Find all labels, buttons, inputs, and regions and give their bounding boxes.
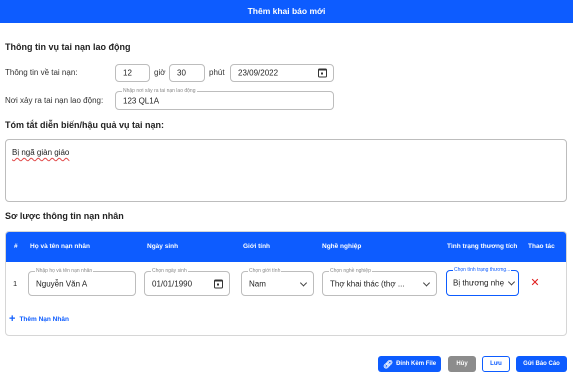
accident-date-value: 23/09/2022 bbox=[238, 68, 279, 78]
save-label: Lưu bbox=[490, 361, 502, 367]
minute-unit-label: phút bbox=[209, 68, 225, 77]
hour-unit-label: giờ bbox=[154, 68, 166, 77]
accident-place-input[interactable]: Nhập nơi xảy ra tai nạn lao động 123 QL1… bbox=[115, 88, 334, 110]
column-header-injury: Tình trạng thương tích bbox=[447, 243, 518, 250]
submit-report-label: Gửi Báo Cáo bbox=[523, 361, 560, 367]
hour-input[interactable]: 12 bbox=[115, 64, 150, 82]
victim-name-input[interactable]: Nhập họ và tên nạn nhân Nguyễn Văn A bbox=[28, 268, 136, 296]
victim-gender-select[interactable]: Chọn giới tính Nam bbox=[241, 268, 314, 296]
victim-gender-float-label: Chọn giới tính bbox=[248, 268, 282, 275]
attach-file-button[interactable]: 🔗︎ Đính Kèm File bbox=[378, 356, 441, 372]
victim-name-value: Nguyễn Văn A bbox=[36, 279, 88, 288]
victim-job-float-label: Chọn nghề nghiệp bbox=[329, 268, 372, 275]
minute-input[interactable]: 30 bbox=[169, 64, 205, 82]
accident-time-label: Thông tin về tai nạn: bbox=[5, 68, 78, 77]
victim-dob-float-label: Chọn ngày sinh bbox=[151, 268, 188, 275]
submit-report-button[interactable]: Gửi Báo Cáo bbox=[516, 356, 567, 372]
column-header-gender: Giới tính bbox=[243, 243, 271, 250]
victim-name-float-label: Nhập họ và tên nạn nhân bbox=[35, 268, 94, 275]
column-header-name: Họ và tên nạn nhân bbox=[30, 243, 90, 250]
close-icon: ✕ bbox=[530, 277, 540, 289]
add-victim-button[interactable]: + Thêm Nạn Nhân bbox=[9, 313, 69, 325]
accident-place-float-label: Nhập nơi xảy ra tai nạn lao động bbox=[122, 88, 197, 95]
victim-injury-value: Bị thương nhẹ bbox=[453, 278, 505, 288]
paperclip-icon: 🔗︎ bbox=[382, 359, 394, 369]
column-header-job: Nghề nghiệp bbox=[322, 243, 362, 250]
summary-title: Tóm tắt diễn biến/hậu quả vụ tai nạn: bbox=[5, 120, 165, 130]
cancel-label: Hủy bbox=[456, 361, 468, 367]
minute-value: 30 bbox=[177, 68, 186, 78]
calendar-icon[interactable] bbox=[318, 68, 327, 78]
attach-file-label: Đính Kèm File bbox=[396, 361, 437, 367]
victim-injury-float-label: Chọn tình trạng thương... bbox=[453, 267, 512, 274]
accident-date-input[interactable]: 23/09/2022 bbox=[230, 64, 334, 82]
dialog-title: Thêm khai báo mới bbox=[0, 0, 573, 23]
save-button[interactable]: Lưu bbox=[482, 356, 510, 372]
summary-textarea[interactable]: Bị ngã giàn giáo bbox=[5, 139, 567, 202]
victim-job-select[interactable]: Chọn nghề nghiệp Thợ khai thác (thợ ... bbox=[322, 268, 437, 296]
victim-gender-value: Nam bbox=[249, 279, 266, 288]
victim-dob-input[interactable]: Chọn ngày sinh 01/01/1990 bbox=[144, 268, 230, 296]
chevron-down-icon bbox=[507, 278, 516, 286]
column-header-index: # bbox=[14, 243, 18, 250]
victim-injury-select[interactable]: Chọn tình trạng thương... Bị thương nhẹ bbox=[446, 267, 519, 296]
add-victim-label: Thêm Nạn Nhân bbox=[19, 315, 69, 323]
accident-section-title: Thông tin vụ tai nạn lao động bbox=[5, 42, 131, 52]
accident-place-label: Nơi xảy ra tai nạn lao động: bbox=[5, 96, 104, 105]
cancel-button[interactable]: Hủy bbox=[448, 356, 476, 372]
plus-icon: + bbox=[9, 313, 16, 325]
victims-table-header: # Họ và tên nạn nhân Ngày sinh Giới tính… bbox=[6, 232, 566, 262]
accident-place-value: 123 QL1A bbox=[123, 96, 160, 105]
calendar-icon[interactable] bbox=[214, 279, 223, 288]
victim-job-value: Thợ khai thác (thợ ... bbox=[330, 279, 405, 288]
hour-value: 12 bbox=[123, 68, 132, 78]
column-header-dob: Ngày sinh bbox=[147, 243, 179, 250]
chevron-down-icon bbox=[299, 278, 308, 287]
chevron-down-icon bbox=[422, 278, 431, 287]
victim-dob-value: 01/01/1990 bbox=[152, 279, 193, 288]
remove-victim-button[interactable]: ✕ bbox=[530, 277, 540, 289]
column-header-actions: Thao tác bbox=[528, 243, 555, 250]
summary-value: Bị ngã giàn giáo bbox=[12, 148, 70, 157]
victims-section-title: Sơ lược thông tin nạn nhân bbox=[5, 211, 124, 221]
row-index: 1 bbox=[13, 279, 18, 288]
